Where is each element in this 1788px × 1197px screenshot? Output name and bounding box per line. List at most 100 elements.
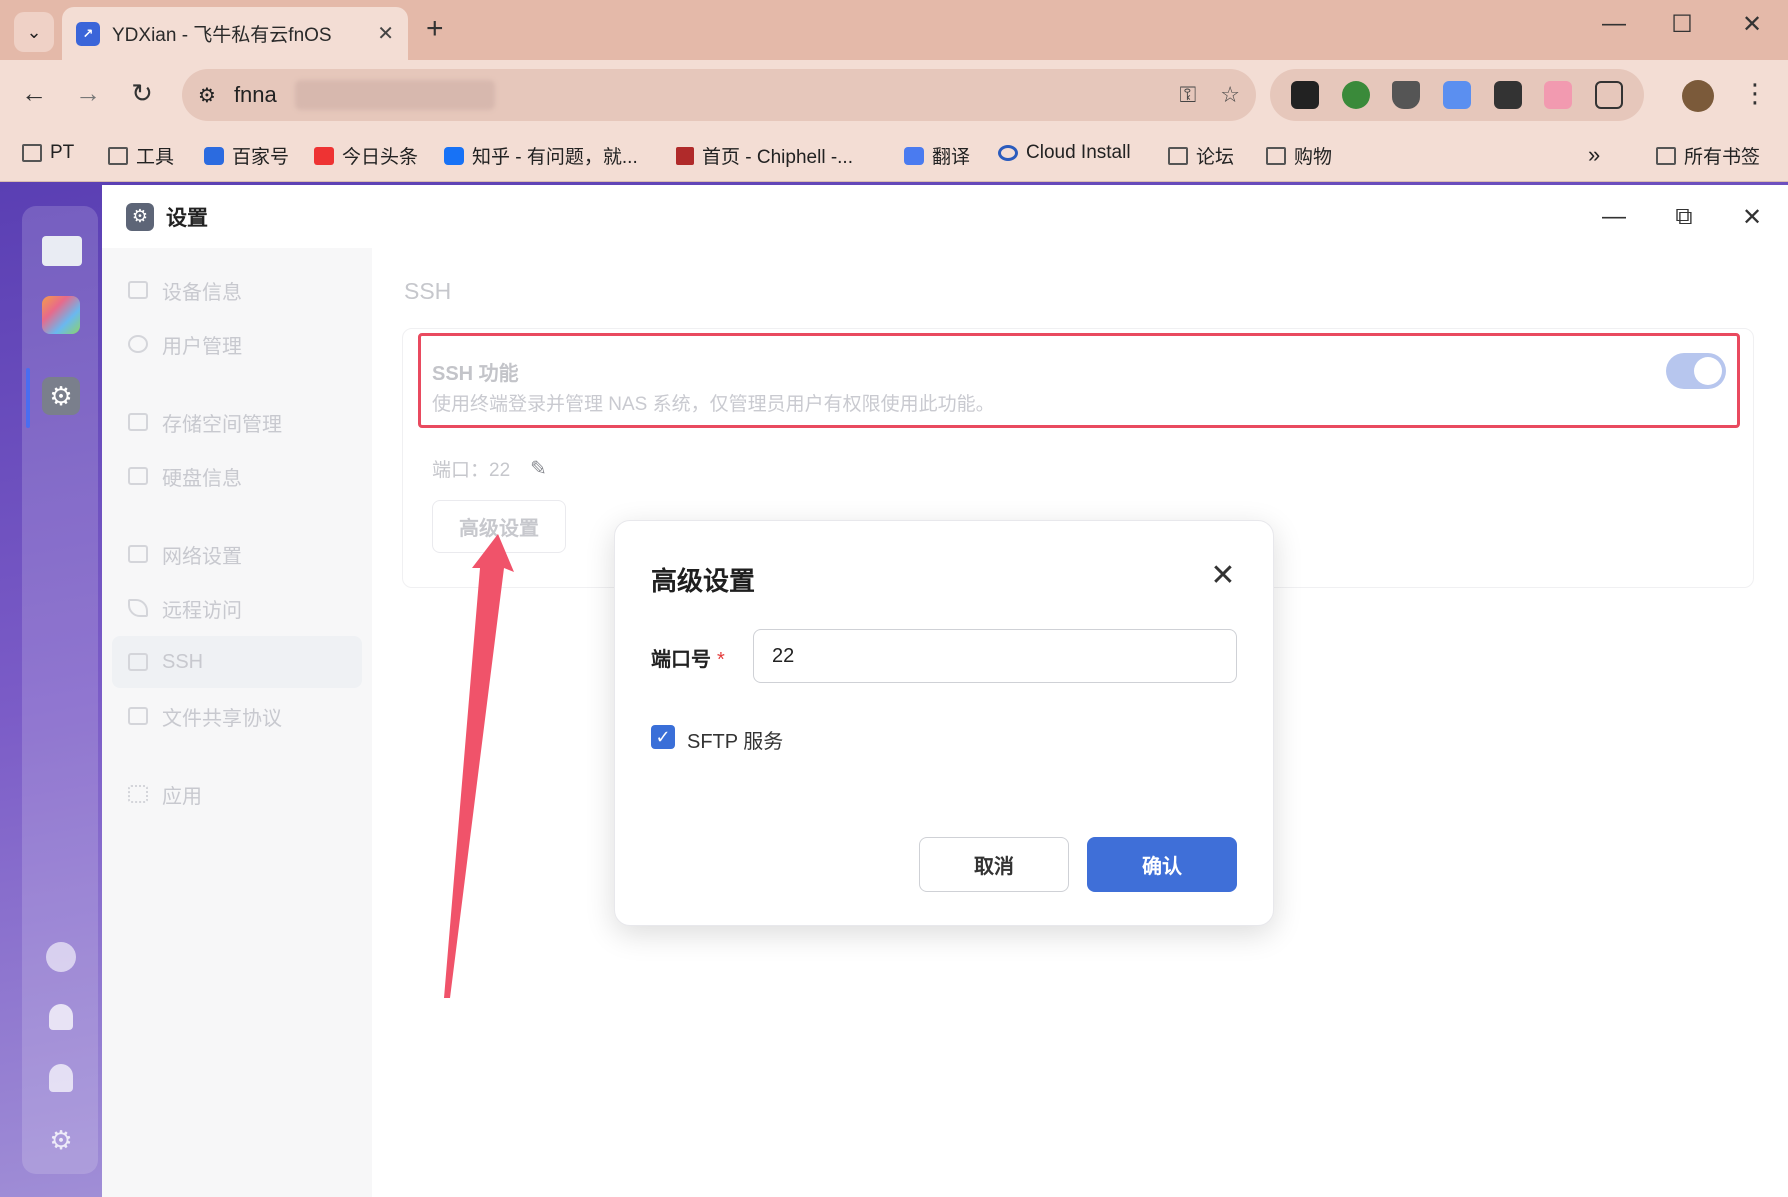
settings-sidebar: 设备信息 用户管理 存储空间管理 硬盘信息 网络设置 远程访问 SSH 文件共享… — [102, 248, 372, 1197]
dialog-close-icon[interactable]: ✕ — [1205, 561, 1241, 591]
user-icon[interactable] — [49, 1064, 73, 1092]
transfer-icon[interactable] — [46, 942, 76, 972]
toutiao-icon — [314, 146, 334, 165]
address-bar[interactable]: ⚙ fnna ⚿ ☆ — [182, 69, 1256, 121]
sidebar-item-users[interactable]: 用户管理 — [112, 318, 362, 370]
window-maximize-button[interactable]: ⧉ — [1666, 203, 1702, 231]
sidebar-item-label: SSH — [162, 650, 204, 673]
edit-pencil-icon[interactable]: ✎ — [530, 456, 547, 481]
folder-icon — [22, 144, 42, 162]
browser-tab[interactable]: ↗ YDXian - 飞牛私有云fnOS ✕ — [62, 7, 408, 60]
site-info-icon[interactable]: ⚙ — [198, 83, 216, 108]
document-icon — [128, 707, 148, 725]
device-icon — [128, 281, 148, 299]
sidebar-item-storage[interactable]: 存储空间管理 — [112, 396, 362, 448]
gear-icon[interactable]: ⚙ — [47, 1126, 75, 1154]
bookmark-forum[interactable]: 论坛 — [1168, 142, 1234, 169]
reload-button[interactable]: ↻ — [124, 78, 160, 109]
bookmark-label: 购物 — [1294, 147, 1333, 168]
bitwarden-icon[interactable] — [1392, 81, 1421, 109]
folder-icon — [1266, 146, 1286, 165]
sftp-checkbox[interactable]: ✓ — [651, 725, 675, 749]
app-center-icon[interactable] — [42, 296, 80, 334]
port-input[interactable] — [753, 629, 1237, 683]
bookmark-shopping[interactable]: 购物 — [1266, 142, 1332, 169]
storage-icon — [128, 413, 148, 431]
password-key-icon[interactable]: ⚿ — [1180, 82, 1197, 108]
disk-icon — [128, 467, 148, 485]
settings-app-icon[interactable]: ⚙ — [42, 377, 80, 415]
window-close-button[interactable]: ✕ — [1734, 203, 1770, 232]
tab-search-button[interactable]: ⌄ — [14, 12, 54, 52]
sidebar-item-file-sharing[interactable]: 文件共享协议 — [112, 690, 362, 742]
extension-2-icon[interactable] — [1341, 81, 1370, 109]
extension-1-icon[interactable] — [1291, 81, 1320, 109]
sidebar-item-device-info[interactable]: 设备信息 — [112, 264, 362, 316]
send-icon — [128, 599, 148, 617]
folder-icon — [1168, 146, 1188, 165]
menu-kebab-icon[interactable]: ⋮ — [1742, 78, 1768, 109]
tab-favicon-icon: ↗ — [76, 21, 100, 46]
new-tab-button[interactable]: + — [426, 14, 444, 44]
bookmarks-bar: PT 工具 百家号 今日头条 知乎 - 有问题，就... 首页 - Chiphe… — [0, 130, 1788, 182]
sidebar-item-label: 远程访问 — [162, 599, 242, 622]
forward-button[interactable]: → — [70, 78, 106, 109]
window-title: 设置 — [166, 206, 208, 230]
bookmark-cloud-install[interactable]: Cloud Install — [998, 142, 1131, 164]
bookmark-star-icon[interactable]: ☆ — [1220, 82, 1240, 108]
port-field-label-text: 端口号 — [651, 649, 711, 671]
bookmark-label: PT — [50, 142, 75, 163]
profile-avatar[interactable] — [1682, 80, 1714, 112]
confirm-button[interactable]: 确认 — [1087, 837, 1237, 892]
browser-chrome: ⌄ ↗ YDXian - 飞牛私有云fnOS ✕ + — ☐ ✕ ← → ↻ ⚙… — [0, 0, 1788, 182]
settings-gear-icon: ⚙ — [126, 202, 154, 231]
sftp-label: SFTP 服务 — [687, 731, 784, 753]
sidebar-item-disk-info[interactable]: 硬盘信息 — [112, 450, 362, 502]
translate-icon[interactable] — [1442, 81, 1471, 109]
sidebar-item-apps[interactable]: 应用 — [112, 768, 362, 820]
sidebar-item-label: 设备信息 — [162, 281, 242, 304]
toggle-knob — [1694, 357, 1722, 385]
all-bookmarks[interactable]: 所有书签 — [1656, 142, 1760, 169]
back-button[interactable]: ← — [16, 78, 52, 109]
window-minimize-button[interactable]: — — [1596, 203, 1632, 231]
chiphell-icon — [676, 146, 694, 165]
extension-5-icon[interactable] — [1493, 81, 1522, 109]
bookmark-chiphell[interactable]: 首页 - Chiphell -... — [676, 142, 853, 169]
bookmark-tools[interactable]: 工具 — [108, 142, 174, 169]
bookmark-toutiao[interactable]: 今日头条 — [314, 142, 418, 169]
ssh-feature-name: SSH 功能 — [432, 363, 519, 385]
folder-icon — [1656, 146, 1676, 165]
sidebar-item-label: 文件共享协议 — [162, 707, 282, 730]
sidebar-item-ssh[interactable]: SSH — [112, 636, 362, 688]
sidebar-item-label: 硬盘信息 — [162, 467, 242, 490]
checkmark-icon: ✓ — [655, 726, 671, 747]
bookmark-label: 知乎 - 有问题，就... — [472, 147, 638, 168]
extensions-puzzle-icon[interactable] — [1594, 81, 1623, 109]
cancel-button[interactable]: 取消 — [919, 837, 1069, 892]
bookmark-zhihu[interactable]: 知乎 - 有问题，就... — [444, 142, 638, 169]
tab-bar: ⌄ ↗ YDXian - 飞牛私有云fnOS ✕ + — ☐ ✕ — [0, 0, 1788, 60]
sidebar-item-remote-access[interactable]: 远程访问 — [112, 582, 362, 634]
tab-title: YDXian - 飞牛私有云fnOS — [112, 25, 332, 46]
ssh-toggle[interactable] — [1666, 353, 1726, 389]
bookmark-label: Cloud Install — [1026, 142, 1131, 163]
extension-6-icon[interactable] — [1544, 81, 1573, 109]
sidebar-item-network[interactable]: 网络设置 — [112, 528, 362, 580]
active-app-indicator — [26, 368, 30, 428]
bell-icon[interactable] — [49, 1004, 73, 1030]
annotation-arrow — [444, 534, 514, 998]
chevron-down-icon: ⌄ — [26, 21, 42, 42]
bookmark-pt[interactable]: PT — [22, 142, 74, 164]
bookmarks-overflow-button[interactable]: » — [1588, 142, 1600, 168]
ssh-feature-description: 使用终端登录并管理 NAS 系统，仅管理员用户有权限使用此功能。 — [432, 394, 995, 415]
monitor-icon[interactable] — [42, 236, 82, 266]
minimize-window-button[interactable]: — — [1594, 10, 1634, 38]
tab-close-icon[interactable]: ✕ — [377, 21, 394, 46]
maximize-window-button[interactable]: ☐ — [1662, 10, 1702, 39]
bookmark-translate[interactable]: 翻译 — [904, 142, 970, 169]
close-window-button[interactable]: ✕ — [1732, 10, 1772, 39]
apps-grid-icon — [128, 785, 148, 803]
sidebar-item-label: 应用 — [162, 785, 202, 808]
bookmark-baijiahao[interactable]: 百家号 — [204, 142, 289, 169]
